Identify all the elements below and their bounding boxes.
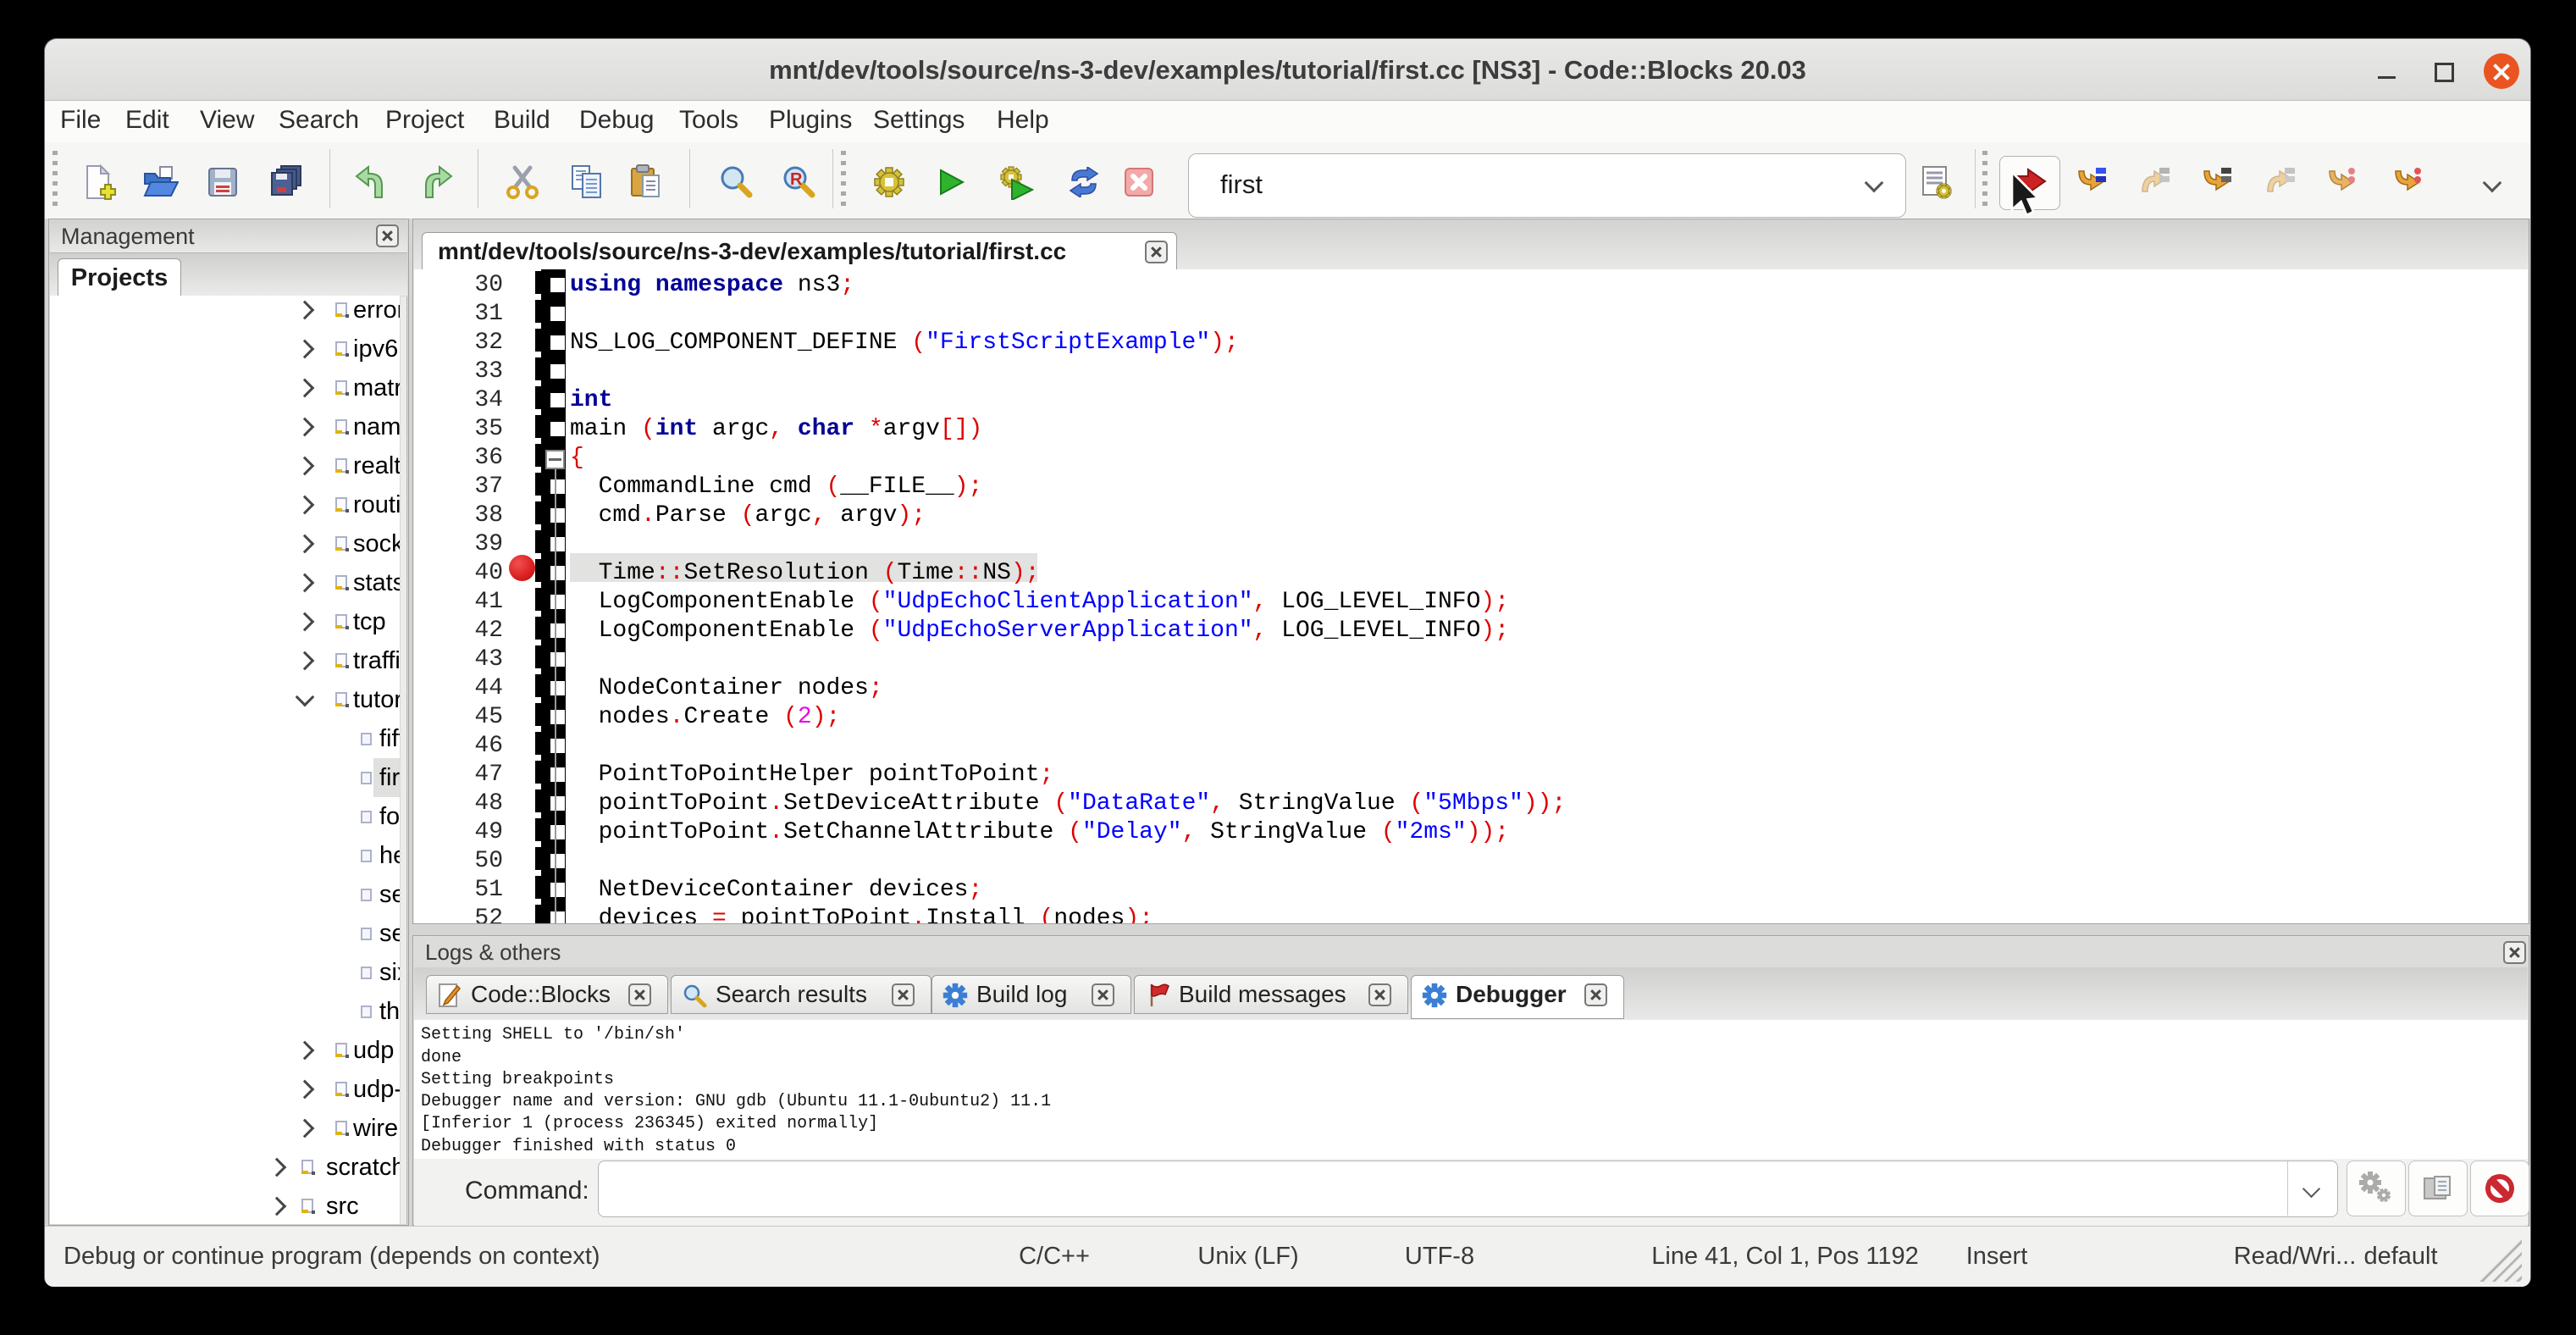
svg-text:R: R xyxy=(790,170,803,189)
